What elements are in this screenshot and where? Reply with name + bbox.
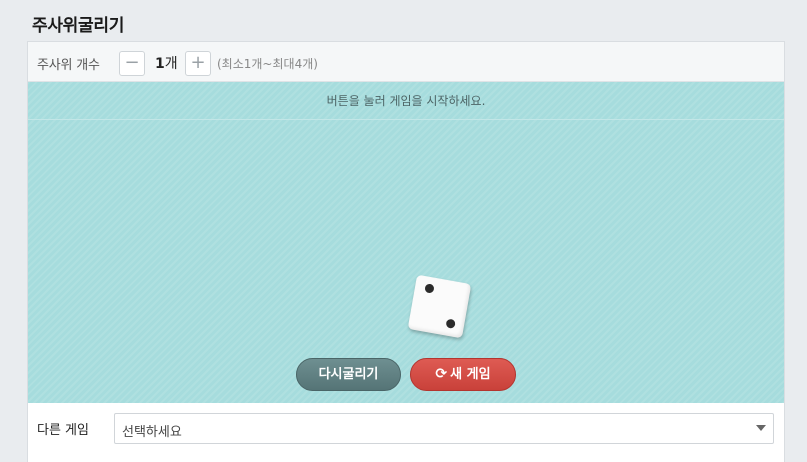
dice-game-page: 주사위굴리기 주사위 개수 − 1개 + (최소1개~최대4개) 버튼을 눌러 … [0,0,807,462]
dice-count-unit: 개 [164,56,178,72]
other-game-label: 다른 게임 [37,423,89,438]
increase-dice-button[interactable]: + [185,51,211,76]
dice-count-label: 주사위 개수 [37,58,100,73]
die[interactable] [407,274,472,339]
reroll-button-label: 다시굴리기 [318,367,379,382]
dice-count-range: (최소1개~최대4개) [217,57,318,71]
other-game-footer: 다른 게임 선택하세요 [28,403,784,462]
game-board: 버튼을 눌러 게임을 시작하세요. 다시굴리기 ⟳ 새 게임 [28,82,784,403]
page-title: 주사위굴리기 [32,16,125,36]
other-game-select[interactable]: 선택하세요 [114,413,774,444]
dice-count-value: 1개 [155,53,178,73]
chevron-down-icon [756,425,766,431]
dice-count-number: 1 [155,56,165,72]
game-card: 주사위 개수 − 1개 + (최소1개~최대4개) 버튼을 눌러 게임을 시작하… [27,41,785,462]
new-game-button[interactable]: ⟳ 새 게임 [410,358,516,391]
new-game-button-label: 새 게임 [450,367,491,382]
refresh-icon: ⟳ [435,366,448,382]
decrease-dice-button[interactable]: − [119,51,145,76]
dice-count-controls: 주사위 개수 − 1개 + (최소1개~최대4개) [28,42,784,82]
status-message: 버튼을 눌러 게임을 시작하세요. [28,82,784,120]
other-game-select-value: 선택하세요 [122,425,182,440]
die-pip [424,283,435,294]
die-pip [445,318,456,329]
reroll-button[interactable]: 다시굴리기 [296,358,401,391]
